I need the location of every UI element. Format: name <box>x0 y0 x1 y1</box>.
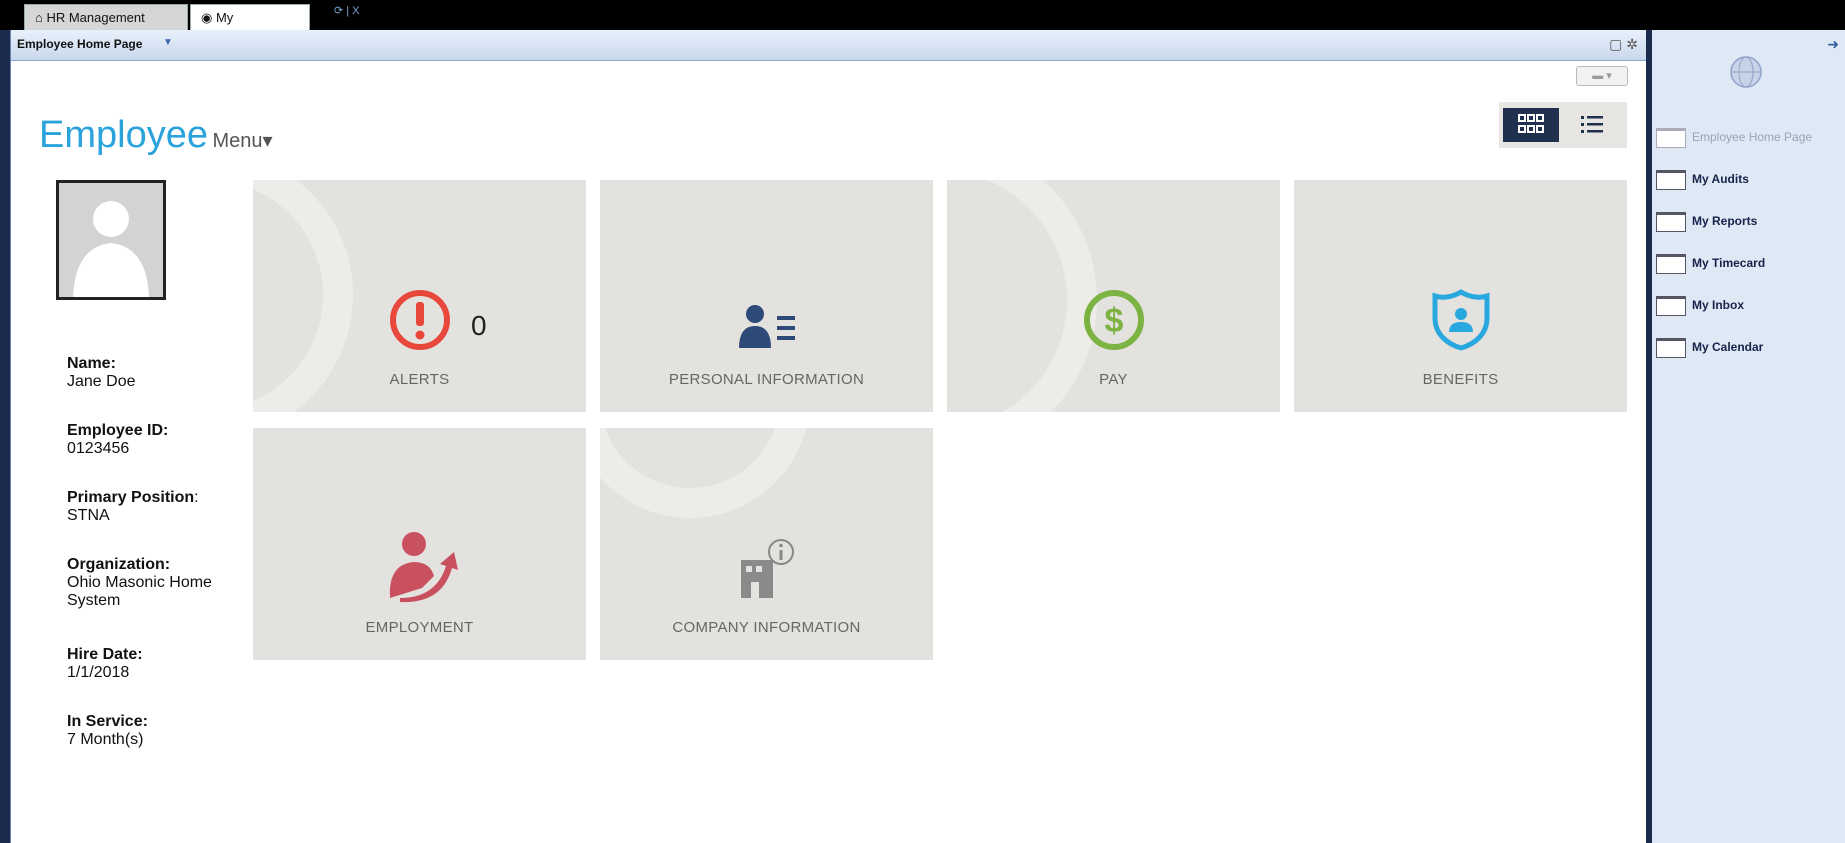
sidebar-item-my-calendar[interactable]: My Calendar <box>1656 338 1763 358</box>
tile-pay[interactable]: $ PAY <box>947 180 1280 412</box>
frame-title: Employee Home Page <box>17 37 143 51</box>
person-list-icon <box>738 305 795 348</box>
main-frame: Employee Home Page ▼ ▢ ✲ ▬ ▾ Employee Me… <box>10 30 1646 843</box>
sidebar-item-my-reports[interactable]: My Reports <box>1656 212 1757 232</box>
globe-icon <box>1730 56 1762 88</box>
tab-my-information[interactable]: ◉ My Information <box>190 4 310 51</box>
grid-icon <box>1518 114 1544 133</box>
svg-text:$: $ <box>1104 302 1123 340</box>
collapse-arrow-icon[interactable]: ➜ <box>1827 36 1839 53</box>
globe-icon: ◉ <box>201 10 216 25</box>
menu-dropdown[interactable]: Menu▾ <box>212 130 272 152</box>
options-button[interactable]: ▬ ▾ <box>1576 66 1628 86</box>
window-icon <box>1656 170 1686 190</box>
window-icon <box>1656 128 1686 148</box>
tile-benefits[interactable]: BENEFITS <box>1294 180 1627 412</box>
alerts-count: 0 <box>471 310 487 341</box>
tile-alerts[interactable]: ALERTS <box>253 180 586 412</box>
view-toggle <box>1499 102 1627 148</box>
list-view-button[interactable] <box>1565 108 1621 142</box>
tile-personal-information[interactable]: PERSONAL INFORMATION <box>600 180 933 412</box>
window-icon <box>1656 212 1686 232</box>
building-info-icon <box>740 539 794 598</box>
sidebar-item-my-inbox[interactable]: My Inbox <box>1656 296 1744 316</box>
window-icon <box>1656 254 1686 274</box>
dollar-icon: $ <box>1083 290 1144 350</box>
window-icon <box>1656 296 1686 316</box>
list-icon <box>1581 116 1603 133</box>
frame-header: Employee Home Page ▼ ▢ ✲ <box>11 30 1646 61</box>
page-title: Employee Menu▾ <box>39 114 273 156</box>
sidebar-item-my-timecard[interactable]: My Timecard <box>1656 254 1765 274</box>
tile-company-information[interactable]: COMPANY INFORMATION <box>600 428 933 660</box>
profile-organization: Organization: Ohio Masonic Home System <box>67 556 212 609</box>
frame-dropdown-icon[interactable]: ▼ <box>163 37 173 48</box>
grid-view-button[interactable] <box>1503 108 1559 142</box>
tab-hr-management[interactable]: ⌂ HR Management <box>24 4 188 30</box>
sidebar-item-employee-home-page[interactable]: Employee Home Page <box>1656 128 1812 148</box>
window-icon <box>1656 338 1686 358</box>
home-icon: ⌂ <box>35 10 47 25</box>
profile-in-service: In Service: 7 Month(s) <box>67 713 148 748</box>
tab-controls[interactable]: ⟳ | X <box>334 4 360 17</box>
sidebar-item-my-audits[interactable]: My Audits <box>1656 170 1749 190</box>
tile-employment[interactable]: EMPLOYMENT <box>253 428 586 660</box>
alert-icon <box>389 290 450 350</box>
shield-icon <box>1432 289 1489 351</box>
frame-window-icons[interactable]: ▢ ✲ <box>1609 36 1638 53</box>
person-arrow-icon <box>389 532 458 603</box>
avatar <box>56 180 166 300</box>
right-sidebar: ➜ Employee Home Page My Audits My Report… <box>1652 30 1845 843</box>
